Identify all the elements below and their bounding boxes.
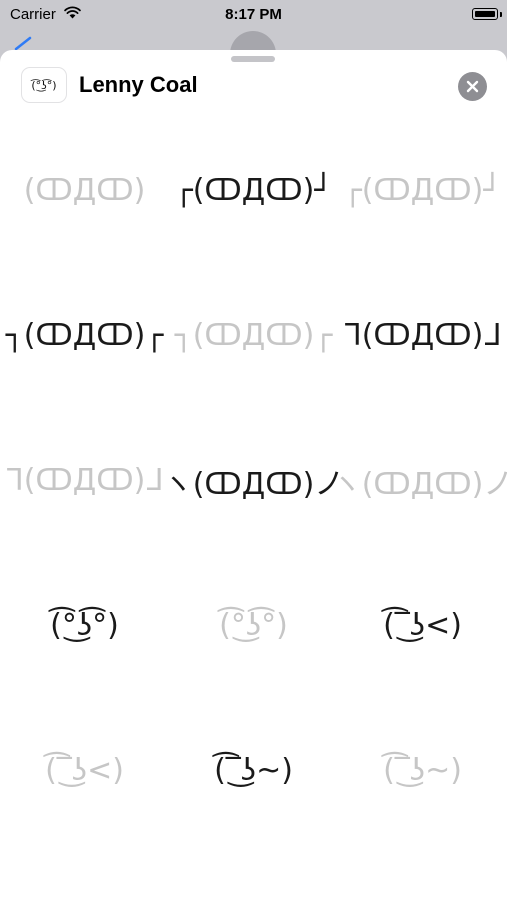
sticker-item[interactable]: ヽ(ↀДↀ)ノ — [332, 408, 507, 553]
clock: 8:17 PM — [225, 6, 282, 23]
sticker-item[interactable]: (͡‾͜ʖ<) — [0, 698, 169, 843]
sticker-item[interactable]: ┌(ↀДↀ)┘ — [169, 118, 338, 263]
app-icon: (͡°͜ʖ͡°) — [21, 67, 67, 103]
sticker-item[interactable]: (͡°͜ʖ͡°) — [169, 553, 338, 698]
close-icon — [466, 80, 479, 93]
sheet-grabber[interactable] — [231, 56, 275, 62]
close-button[interactable] — [458, 72, 487, 101]
sticker-item[interactable]: ᒣ(ↀДↀ)ᒧ — [338, 263, 507, 408]
sticker-item[interactable]: ヽ(ↀДↀ)ノ — [163, 408, 345, 553]
sticker-item[interactable]: ┌(ↀДↀ)┘ — [338, 118, 507, 263]
sticker-item[interactable]: (͡‾͜ʖ~) — [338, 698, 507, 843]
battery-icon — [472, 8, 498, 20]
sticker-item[interactable]: (͡°͜ʖ͡°) — [0, 553, 169, 698]
sticker-item[interactable]: ┐(ↀДↀ)┌ — [169, 263, 338, 408]
sticker-sheet: (͡°͜ʖ͡°) Lenny Coal (ↀДↀ) ┌(ↀДↀ)┘ ┌(ↀДↀ)┘ ┐… — [0, 50, 507, 900]
sticker-item[interactable]: (͡‾͜ʖ<) — [338, 553, 507, 698]
checkmark-icon — [14, 36, 32, 50]
sticker-item[interactable]: (ↀДↀ) — [0, 118, 169, 263]
app-title: Lenny Coal — [79, 72, 198, 97]
battery-tip — [500, 12, 502, 17]
sticker-item[interactable]: (͡‾͜ʖ~) — [169, 698, 338, 843]
sticker-item[interactable]: ᒣ(ↀДↀ)ᒧ — [0, 408, 169, 553]
status-bar: Carrier 8:17 PM — [0, 0, 507, 30]
sticker-item[interactable]: ┐(ↀДↀ)┌ — [0, 263, 169, 408]
